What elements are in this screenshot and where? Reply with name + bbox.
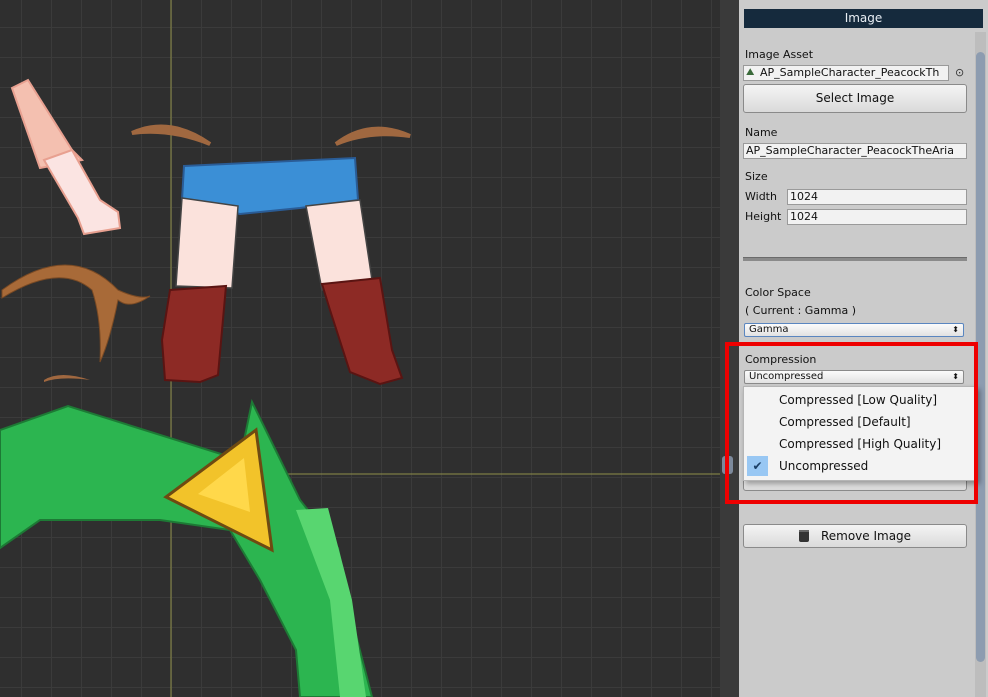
width-field[interactable]: 1024: [787, 189, 967, 205]
size-label: Size: [745, 170, 768, 183]
hair-strand-part: [1, 264, 151, 363]
chevron-updown-icon: ⬍: [952, 325, 959, 334]
hair-tip-part: [44, 375, 90, 382]
arm-part: [10, 78, 122, 236]
name-label: Name: [745, 126, 778, 139]
color-space-select[interactable]: Gamma ⬍: [744, 323, 964, 337]
color-space-select-value: Gamma: [749, 324, 789, 335]
annotation-highlight-box: [725, 342, 978, 504]
green-collar-part: [0, 398, 374, 697]
remove-image-button[interactable]: Remove Image: [743, 524, 967, 548]
panel-title: Image: [744, 9, 983, 28]
color-space-current: ( Current : Gamma ): [745, 304, 857, 317]
legs-part: [160, 156, 404, 386]
section-separator: [743, 257, 967, 261]
image-asset-field[interactable]: ⛰ AP_SampleCharacter_PeacockTh: [743, 65, 949, 81]
color-space-label: Color Space: [745, 286, 811, 299]
remove-image-label: Remove Image: [820, 529, 912, 543]
object-picker-icon[interactable]: ⊙: [955, 66, 964, 79]
name-field[interactable]: AP_SampleCharacter_PeacockTheAria: [743, 143, 967, 159]
select-image-button[interactable]: Select Image: [743, 84, 967, 113]
height-field[interactable]: 1024: [787, 209, 967, 225]
image-asset-icon: ⛰: [746, 67, 755, 78]
trash-icon: [798, 530, 809, 542]
right-eyebrow: [334, 126, 411, 146]
scene-viewport[interactable]: [0, 0, 720, 697]
width-label: Width: [745, 190, 777, 203]
image-asset-value: AP_SampleCharacter_PeacockTh: [760, 66, 940, 79]
character-parts-canvas: [0, 0, 720, 697]
height-label: Height: [745, 210, 782, 223]
image-asset-label: Image Asset: [745, 48, 814, 61]
